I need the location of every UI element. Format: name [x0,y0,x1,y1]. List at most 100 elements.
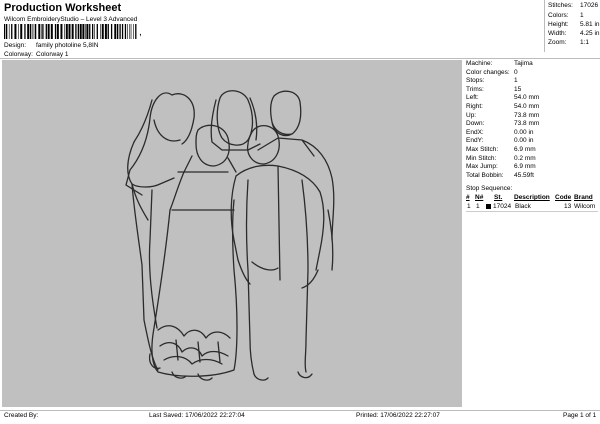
row-stitches: 17024 [493,203,512,210]
row-brand: Wilcom [574,203,596,210]
barcode-bar [107,24,109,39]
page-number: Page 1 of 1 [563,412,597,419]
created-by: Created By: [4,412,39,419]
row-num: 1 [467,203,471,210]
barcode-bar [24,24,26,39]
zoom-value: 1:1 [580,39,590,46]
details-value: 6.9 mm [514,146,536,153]
embroidery-design-outline [125,90,335,381]
details-label: Min Stitch: [466,154,497,162]
barcode-bar [86,24,89,39]
details-label: Left: [466,94,479,102]
barcode-bar [18,24,19,39]
width-label: Width: [548,30,567,37]
design-label: Design: [4,42,27,49]
col-header-description: Description [514,194,550,201]
figure-girl [151,124,238,377]
barcode-bar [129,24,131,39]
stop-sequence-title: Stop Sequence: [466,185,513,192]
barcode-bar [94,24,95,39]
figure-left-woman-body [127,141,175,371]
details-value: 73.8 mm [514,111,540,119]
details-label: Trims: [466,85,484,93]
col-header-code: Code [555,194,572,201]
barcode-bar [31,24,33,39]
figure-feet [148,353,313,381]
colorway-value: Colorway 1 [36,51,69,58]
width-value: 4.25 in [580,30,600,37]
barcode-bar [64,24,65,39]
printed-date: Printed: 17/06/2022 22:27:07 [356,412,440,419]
stitches-label: Stitches: [548,2,573,9]
barcode-bar [27,24,30,39]
details-label: Stops: [466,77,485,85]
details-label: Down: [466,120,485,128]
last-saved: Last Saved: 17/06/2022 22:27:04 [149,412,245,419]
details-value: 0 [514,68,518,76]
header-divider [0,58,600,59]
details-value: Tajima [514,60,533,67]
details-value: 6.9 mm [514,163,536,171]
barcode-bar [101,24,104,39]
barcode-bar [114,24,117,39]
barcode-bar [33,24,35,39]
barcode-bar [65,24,68,39]
barcode-bar [119,24,121,39]
barcode-bar [89,24,91,39]
details-value: 1 [514,77,518,85]
details-value: 0.00 in [514,128,534,136]
colors-label: Colors: [548,12,569,19]
height-value: 5.81 in [580,21,600,28]
barcode-bar [56,24,59,39]
barcode-bar [11,24,13,39]
width-row: Width: 4.25 in [548,30,600,37]
figure-left-woman [125,92,195,196]
barcode-bar [135,24,137,39]
barcode-bar [100,24,101,39]
barcode-mark: , [139,27,142,38]
barcode-bar [75,24,77,39]
col-header-num: # [466,194,470,201]
dress-pattern [157,325,231,365]
thread-color-swatch [486,204,491,209]
details-label: Total Bobbin: [466,171,504,179]
colors-value: 1 [580,12,584,19]
col-header-stitches: St. [494,194,503,201]
barcode-bar [4,24,6,39]
barcode-bar [34,24,37,39]
details-value: 0.00 in [514,137,534,145]
colorway-label: Colorway: [4,51,33,58]
details-value: 54.0 mm [514,94,540,102]
details-label: Up: [466,111,477,119]
design-value: family photoline 5,8IN [36,42,99,49]
details-panel: Machine: Tajima Color changes: 0 Stops: 1 Trim… [466,60,600,407]
barcode-bar [110,24,113,39]
details-value: 73.8 mm [514,120,540,128]
barcode-bar [96,24,98,39]
design-preview [2,60,462,407]
stitches-value: 17026 [580,2,599,9]
figure-boy [230,125,325,375]
barcode-bar [104,24,107,39]
barcode-bar [6,24,8,39]
worksheet-title: Production Worksheet [4,2,122,14]
details-value: 0.2 mm [514,154,536,162]
sequence-divider [466,211,598,212]
barcode-bar [60,24,63,39]
details-label: EndX: [466,128,484,136]
stitches-row: Stitches: 17026 [548,2,598,9]
row-code: 13 [564,203,572,210]
barcode-bar [117,24,119,39]
height-row: Height: 5.81 in [548,21,600,28]
barcode-bar [47,24,50,39]
barcode-bar [133,24,134,39]
col-header-brand: Brand [574,194,593,201]
barcode-bar [38,24,41,39]
col-header-needle: N# [475,194,484,201]
details-label: EndY: [466,137,484,145]
details-value: 54.0 mm [514,103,540,110]
barcode-bar [79,24,82,39]
barcode-bar [124,24,127,39]
details-label: Right: [466,103,483,110]
barcode-bar [77,24,79,39]
